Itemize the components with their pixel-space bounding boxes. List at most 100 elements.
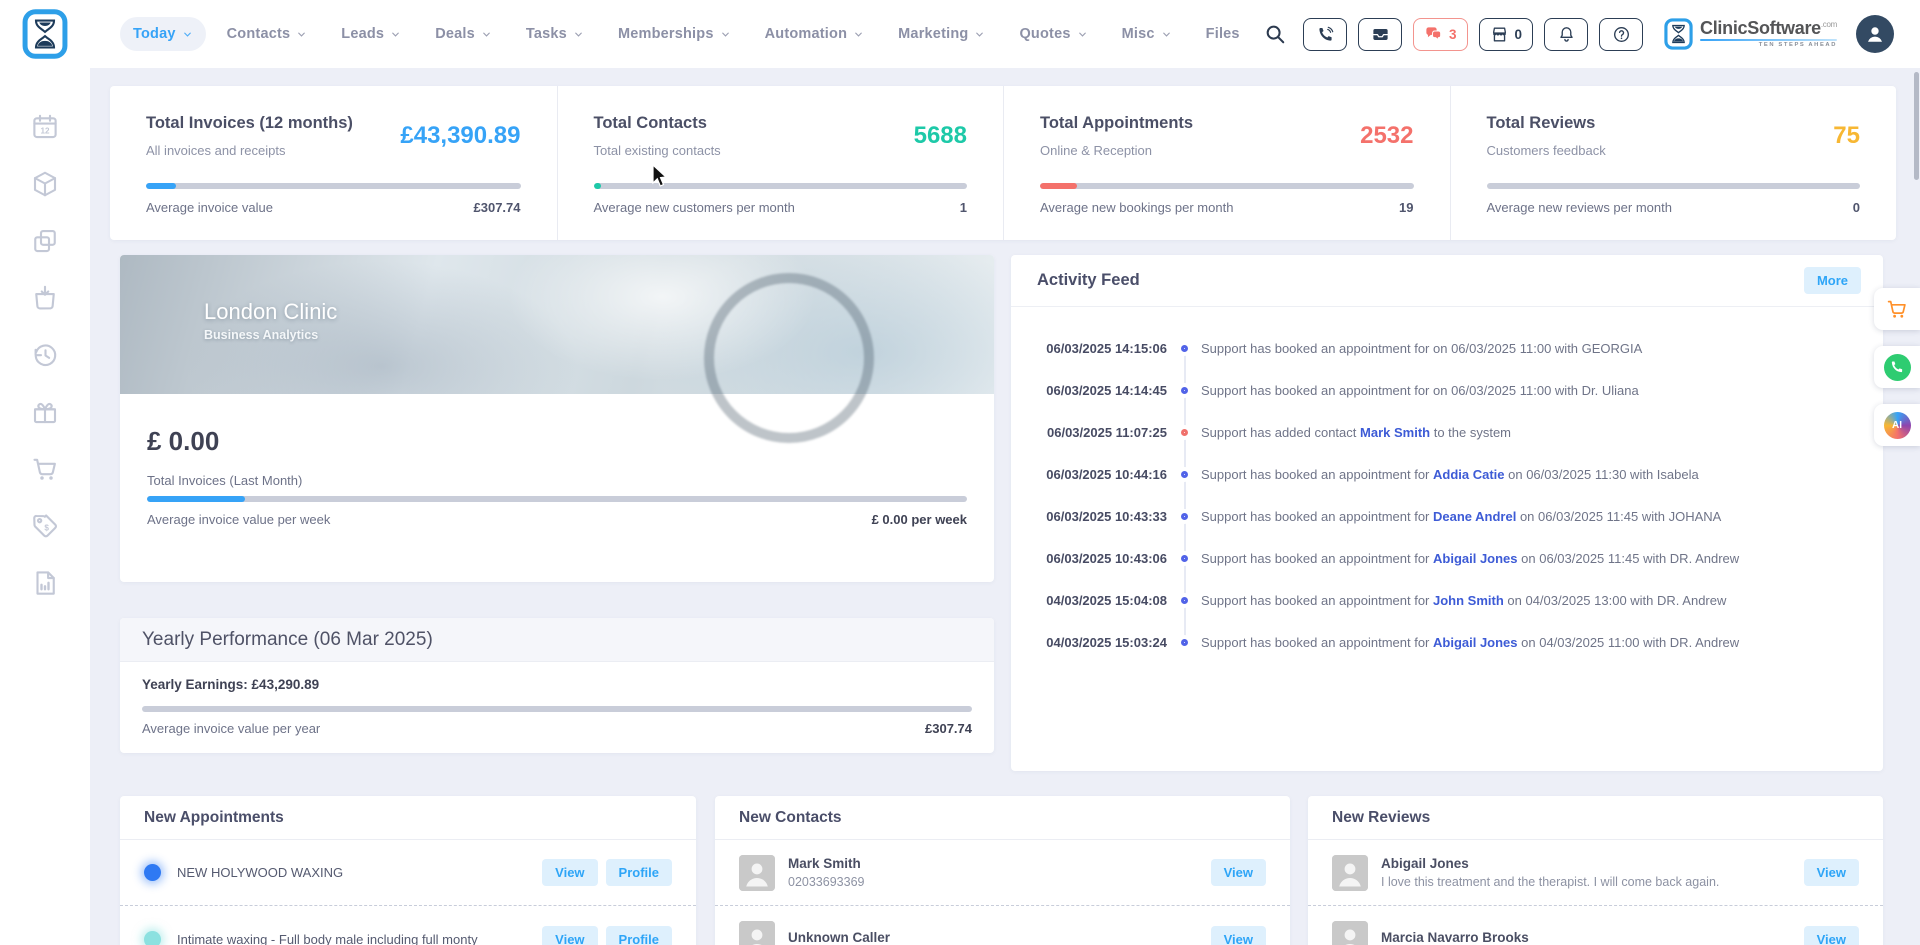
nav-item-tasks[interactable]: Tasks: [513, 17, 597, 51]
chevron-down-icon: [974, 29, 985, 40]
yearly-progressbar: [142, 706, 972, 712]
phone-call-button[interactable]: [1303, 18, 1347, 51]
timeline-dot-icon: [1181, 387, 1188, 394]
activity-timestamp: 06/03/2025 10:43:06: [1037, 551, 1167, 566]
package-icon[interactable]: [27, 166, 63, 202]
avatar-placeholder-icon: [1332, 855, 1368, 891]
view-button[interactable]: View: [1211, 859, 1266, 886]
svg-text:$: $: [44, 523, 49, 532]
timeline-dot-icon: [1181, 471, 1188, 478]
contact-link[interactable]: Deane Andrel: [1433, 509, 1516, 524]
nav-item-deals[interactable]: Deals: [422, 17, 505, 51]
chevron-down-icon: [720, 29, 731, 40]
stat-footer-label: Average invoice value: [146, 200, 273, 215]
activity-entry: 04/03/2025 15:04:08 Support has booked a…: [1037, 579, 1883, 621]
floating-ai-button[interactable]: AI: [1874, 404, 1920, 446]
copy-icon[interactable]: [27, 223, 63, 259]
activity-text-post: on 06/03/2025 11:45 with DR. Andrew: [1518, 551, 1740, 566]
activity-entry: 06/03/2025 10:43:06 Support has booked a…: [1037, 537, 1883, 579]
yearly-earnings: Yearly Earnings: £43,290.89: [142, 677, 972, 692]
nav-item-today[interactable]: Today: [120, 17, 206, 51]
bell-button[interactable]: [1544, 18, 1588, 51]
clinicsoftware-logo[interactable]: ClinicSoftware.com TEN STEPS AHEAD: [1664, 17, 1837, 51]
stat-subtitle: All invoices and receipts: [146, 143, 353, 158]
gift-icon[interactable]: [27, 394, 63, 430]
timeline-dot-icon: [1181, 555, 1188, 562]
activity-feed-list: 06/03/2025 14:15:06 Support has booked a…: [1011, 327, 1883, 663]
stat-subtitle: Customers feedback: [1487, 143, 1606, 158]
search-icon[interactable]: [1264, 23, 1286, 45]
activity-entry: 06/03/2025 10:43:33 Support has booked a…: [1037, 495, 1883, 537]
person-row: Mark Smith 02033693369 View: [715, 840, 1290, 906]
history-icon[interactable]: [27, 337, 63, 373]
activity-text-pre: Support has booked an appointment for on…: [1201, 383, 1639, 398]
view-button[interactable]: View: [1804, 859, 1859, 886]
calendar-icon[interactable]: 12: [27, 109, 63, 145]
last-month-footer-value: £ 0.00 per week: [872, 512, 967, 527]
nav-item-label: Misc: [1122, 26, 1155, 42]
view-button[interactable]: View: [1211, 926, 1266, 945]
appointment-row: NEW HOLYWOOD WAXING View Profile: [120, 840, 696, 906]
chat-button[interactable]: 3: [1413, 18, 1468, 51]
appointment-label: NEW HOLYWOOD WAXING: [177, 865, 542, 880]
nav-item-misc[interactable]: Misc: [1109, 17, 1185, 51]
vertical-scrollbar[interactable]: [1914, 72, 1919, 180]
nav-item-label: Marketing: [898, 26, 968, 42]
view-button[interactable]: View: [542, 859, 597, 886]
more-button[interactable]: More: [1804, 267, 1861, 294]
chevron-down-icon: [573, 29, 584, 40]
chat-icon: [1424, 25, 1443, 44]
price-tag-icon[interactable]: $: [27, 508, 63, 544]
floating-cart-icon[interactable]: [1874, 288, 1920, 330]
person-name: Marcia Navarro Brooks: [1381, 930, 1804, 945]
nav-item-label: Deals: [435, 26, 475, 42]
phone-call-icon: [1316, 25, 1335, 44]
contact-link[interactable]: John Smith: [1433, 593, 1504, 608]
shop-icon: [1490, 25, 1509, 44]
brand-hourglass-icon: [1664, 17, 1693, 51]
activity-text-pre: Support has added contact: [1201, 425, 1360, 440]
stat-card: Total Appointments Online & Reception 25…: [1003, 86, 1450, 240]
nav-item-label: Files: [1206, 26, 1240, 42]
view-button[interactable]: View: [542, 926, 597, 945]
person-subtext: 02033693369: [788, 875, 1211, 889]
timeline-dot-icon: [1181, 597, 1188, 604]
help-button[interactable]: [1599, 18, 1643, 51]
nav-item-memberships[interactable]: Memberships: [605, 17, 744, 51]
profile-button[interactable]: Profile: [606, 926, 672, 945]
activity-text-pre: Support has booked an appointment for: [1201, 593, 1433, 608]
contact-link[interactable]: Abigail Jones: [1433, 551, 1518, 566]
yearly-performance-title: Yearly Performance (06 Mar 2025): [120, 618, 994, 662]
contact-link[interactable]: Mark Smith: [1360, 425, 1430, 440]
nav-item-files[interactable]: Files: [1193, 17, 1253, 51]
nav-item-automation[interactable]: Automation: [752, 17, 878, 51]
nav-item-marketing[interactable]: Marketing: [885, 17, 998, 51]
stat-card: Total Reviews Customers feedback 75 Aver…: [1450, 86, 1897, 240]
report-icon[interactable]: [27, 565, 63, 601]
person-row: Unknown Caller View: [715, 906, 1290, 945]
view-button[interactable]: View: [1804, 926, 1859, 945]
floating-phone-icon[interactable]: [1874, 346, 1920, 388]
user-avatar[interactable]: [1856, 15, 1894, 53]
basket-icon[interactable]: [27, 280, 63, 316]
nav-item-label: Contacts: [227, 26, 291, 42]
shop-button[interactable]: 0: [1479, 18, 1534, 51]
contact-link[interactable]: Addia Catie: [1433, 467, 1505, 482]
activity-text-pre: Support has booked an appointment for: [1201, 635, 1433, 650]
stat-value: 5688: [914, 122, 967, 150]
inbox-button[interactable]: [1358, 18, 1402, 51]
activity-timestamp: 06/03/2025 14:15:06: [1037, 341, 1167, 356]
badge-count: 3: [1449, 27, 1457, 42]
chevron-down-icon: [390, 29, 401, 40]
brand-name: ClinicSoftware.com: [1700, 19, 1837, 37]
nav-item-leads[interactable]: Leads: [328, 17, 414, 51]
profile-button[interactable]: Profile: [606, 859, 672, 886]
topbar-buttons: 3 0: [1303, 18, 1643, 51]
app-logo-hourglass-icon[interactable]: [22, 7, 68, 61]
stat-footer-value: 1: [960, 200, 967, 215]
contact-link[interactable]: Abigail Jones: [1433, 635, 1518, 650]
nav-item-contacts[interactable]: Contacts: [214, 17, 321, 51]
nav-item-quotes[interactable]: Quotes: [1006, 17, 1100, 51]
cart-icon[interactable]: [27, 451, 63, 487]
stat-progressbar: [146, 183, 521, 189]
